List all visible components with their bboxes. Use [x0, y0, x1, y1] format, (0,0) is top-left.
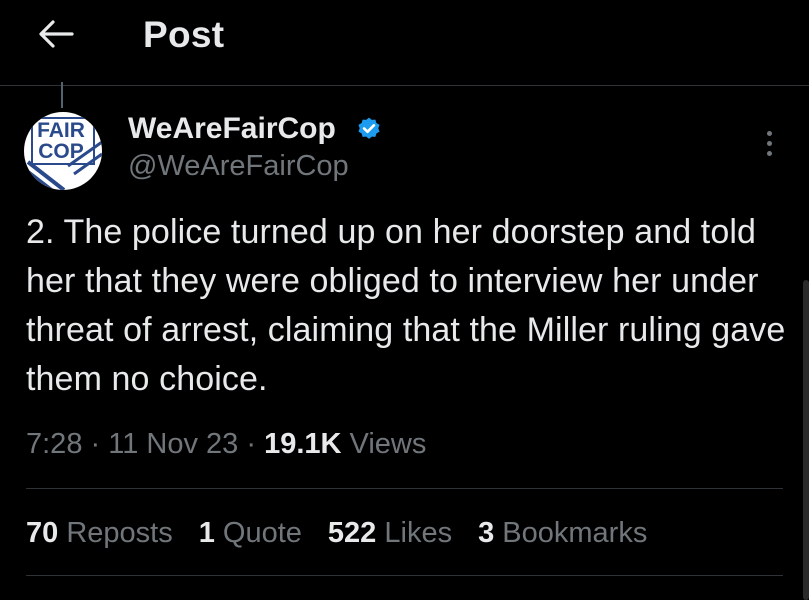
more-dot-icon [766, 130, 772, 136]
reposts-count: 70 [26, 517, 59, 549]
header-divider [0, 85, 809, 86]
avatar[interactable]: FAIR COP [24, 112, 102, 190]
quotes-label: Quote [222, 517, 302, 549]
likes-count: 522 [327, 517, 377, 549]
more-dot-icon [766, 140, 772, 146]
reposts-stat[interactable]: 70 Reposts [26, 517, 173, 550]
post-time[interactable]: 7:28 [26, 428, 82, 460]
scrollbar[interactable] [803, 280, 809, 600]
arrow-left-icon [39, 20, 74, 48]
thread-line [61, 82, 63, 108]
meta-separator: · [90, 428, 101, 460]
page-title: Post [143, 14, 225, 55]
likes-label: Likes [384, 517, 453, 549]
post-meta: 7:28 · 11 Nov 23 · 19.1K Views [26, 428, 426, 461]
engagement-stats: 70 Reposts 1 Quote 522 Likes 3 Bookmarks [26, 517, 647, 550]
stats-divider [26, 575, 783, 576]
more-options-button[interactable] [756, 126, 782, 160]
bookmarks-count: 3 [478, 517, 495, 549]
back-button[interactable] [36, 16, 76, 52]
reposts-label: Reposts [66, 517, 173, 549]
more-dot-icon [766, 150, 772, 156]
meta-separator: · [246, 428, 257, 460]
bookmarks-stat[interactable]: 3 Bookmarks [478, 517, 647, 550]
user-handle[interactable]: @WeAreFairCop [128, 150, 349, 183]
avatar-label: FAIR COP [37, 119, 85, 163]
quotes-stat[interactable]: 1 Quote [199, 517, 302, 550]
verified-badge-icon [358, 117, 380, 139]
post-text: 2. The police turned up on her doorstep … [26, 213, 786, 398]
top-bar: Post [0, 0, 809, 82]
meta-divider [26, 488, 783, 489]
likes-stat[interactable]: 522 Likes [328, 517, 452, 550]
post-date[interactable]: 11 Nov 23 [108, 428, 238, 460]
quotes-count: 1 [198, 517, 215, 549]
views-count: 19.1K [264, 428, 342, 460]
display-name[interactable]: WeAreFairCop [128, 112, 336, 146]
bookmarks-label: Bookmarks [502, 517, 648, 549]
views-label: Views [349, 428, 427, 460]
